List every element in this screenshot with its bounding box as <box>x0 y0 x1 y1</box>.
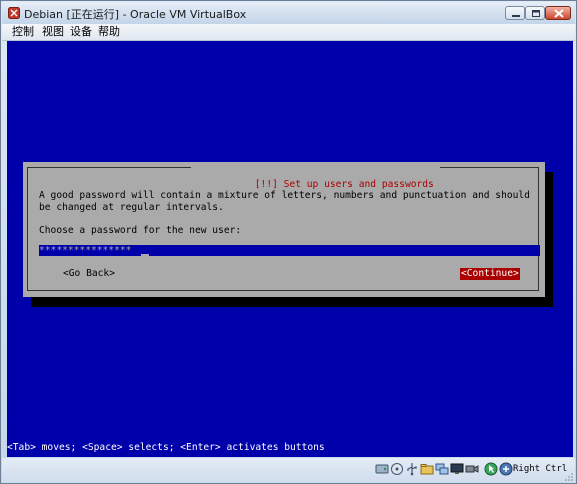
dialog-title-text: [!!] Set up users and passwords <box>254 179 434 190</box>
dialog-title: [!!] Set up users and passwords <box>191 167 440 190</box>
window-title: Debian [正在运行] - Oracle VM VirtualBox <box>24 8 247 21</box>
continue-button[interactable]: <Continue> <box>460 268 520 280</box>
network-icon[interactable] <box>435 462 449 476</box>
installer-dialog: [!!] Set up users and passwords A good p… <box>23 162 545 297</box>
hard-disk-icon[interactable] <box>375 462 389 476</box>
maximize-icon <box>532 10 540 17</box>
menu-devices[interactable]: 设备 <box>68 25 94 39</box>
minimize-icon <box>512 15 520 17</box>
maximize-button[interactable] <box>525 6 545 20</box>
shared-folders-icon[interactable] <box>420 462 434 476</box>
vm-display[interactable]: [!!] Set up users and passwords A good p… <box>7 41 573 457</box>
menu-view[interactable]: 视图 <box>40 25 66 39</box>
keyboard-help-line: <Tab> moves; <Space> selects; <Enter> ac… <box>7 442 325 453</box>
text-cursor <box>141 254 149 256</box>
close-button[interactable] <box>545 6 571 20</box>
virtualbox-window: Debian [正在运行] - Oracle VM VirtualBox 控制 … <box>0 0 577 484</box>
go-back-button[interactable]: <Go Back> <box>63 268 115 280</box>
menu-help[interactable]: 帮助 <box>96 25 122 39</box>
password-prompt: Choose a password for the new user: <box>39 225 242 236</box>
display-icon[interactable] <box>450 462 464 476</box>
password-advice-text: A good password will contain a mixture o… <box>39 190 536 213</box>
password-input[interactable]: **************** <box>39 245 540 256</box>
close-icon <box>554 9 564 18</box>
title-bar[interactable]: Debian [正在运行] - Oracle VM VirtualBox <box>2 2 575 24</box>
host-key-label: Right Ctrl <box>513 464 568 474</box>
keyboard-capture-icon[interactable] <box>499 462 513 476</box>
status-bar: Right Ctrl <box>2 458 575 483</box>
password-mask: **************** <box>39 245 132 256</box>
dialog-frame: [!!] Set up users and passwords A good p… <box>27 167 540 291</box>
minimize-button[interactable] <box>505 6 525 20</box>
menu-bar: 控制 视图 设备 帮助 <box>2 24 575 41</box>
usb-icon[interactable] <box>405 462 419 476</box>
mouse-integration-icon[interactable] <box>484 462 498 476</box>
menu-control[interactable]: 控制 <box>10 25 36 39</box>
virtualbox-app-icon <box>8 7 20 19</box>
video-capture-icon[interactable] <box>465 462 479 476</box>
optical-drive-icon[interactable] <box>390 462 404 476</box>
resize-grip-icon[interactable] <box>565 473 573 481</box>
